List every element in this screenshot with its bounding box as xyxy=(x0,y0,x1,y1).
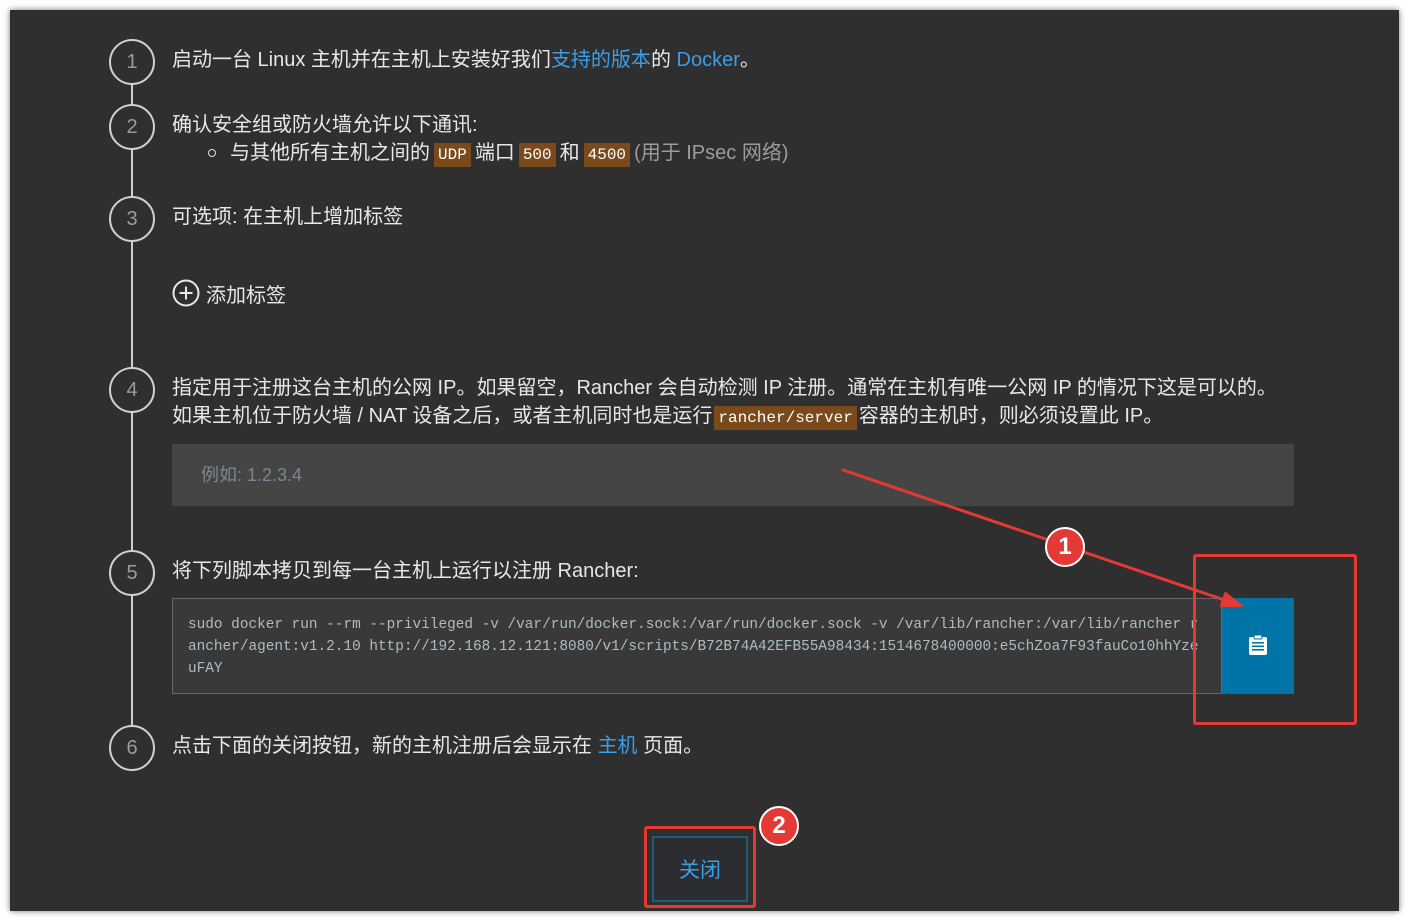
step-4-text: 指定用于注册这台主机的公网 IP。如果留空，Rancher 会自动检测 IP 注… xyxy=(172,374,1294,432)
step-4-text-after: 容器的主机时，则必须设置此 IP。 xyxy=(858,405,1164,427)
step-1-text-middle: 的 xyxy=(650,49,671,71)
annotation-badge-2: 2 xyxy=(759,806,799,846)
add-label-text: 添加标签 xyxy=(206,284,286,307)
bullet-icon xyxy=(208,149,216,157)
public-ip-input[interactable] xyxy=(172,444,1294,506)
add-label-button[interactable]: 添加标签 xyxy=(172,279,286,307)
step-6-text-after: 页面。 xyxy=(643,735,704,757)
port-500-code: 500 xyxy=(518,143,556,167)
step-number-4: 4 xyxy=(109,367,155,413)
rule-prefix: 与其他所有主机之间的 xyxy=(230,142,430,164)
copy-command-button[interactable] xyxy=(1222,598,1294,694)
step-number-2: 2 xyxy=(109,104,155,150)
step-number-1: 1 xyxy=(109,39,155,85)
port-rule-item: 与其他所有主机之间的 UDP 端口 500 和 4500 (用于 IPsec 网络) xyxy=(172,139,1294,169)
step-3-text: 可选项: 在主机上增加标签 xyxy=(172,206,404,228)
docker-link[interactable]: Docker xyxy=(677,49,740,71)
supported-versions-link[interactable]: 支持的版本 xyxy=(551,49,651,71)
rule-conjunction: 和 xyxy=(559,142,580,164)
step-1-text-before: 启动一台 Linux 主机并在主机上安装好我们 xyxy=(172,49,551,71)
step-6-text-before: 点击下面的关闭按钮，新的主机注册后会显示在 xyxy=(172,735,592,757)
step-1-text: 启动一台 Linux 主机并在主机上安装好我们支持的版本的 Docker。 xyxy=(172,46,1294,74)
step-1-text-after: 。 xyxy=(739,49,760,71)
rule-note: (用于 IPsec 网络) xyxy=(634,142,789,164)
rule-port-word: 端口 xyxy=(474,142,515,164)
step-5-text: 将下列脚本拷贝到每一台主机上运行以注册 Rancher: xyxy=(172,560,639,582)
step-number-3: 3 xyxy=(109,196,155,242)
close-button[interactable]: 关闭 xyxy=(652,836,748,902)
step-2-heading: 确认安全组或防火墙允许以下通讯: xyxy=(172,114,478,136)
step-6-text: 点击下面的关闭按钮，新的主机注册后会显示在 主机 页面。 xyxy=(172,732,1294,760)
registration-command[interactable]: sudo docker run --rm --privileged -v /va… xyxy=(172,598,1222,694)
clipboard-icon xyxy=(1248,634,1268,659)
udp-protocol-code: UDP xyxy=(434,143,471,167)
annotation-badge-1: 1 xyxy=(1045,527,1085,567)
plus-circle-icon xyxy=(172,279,200,307)
step-number-5: 5 xyxy=(109,550,155,596)
step-2-text: 确认安全组或防火墙允许以下通讯: 与其他所有主机之间的 UDP 端口 500 和 4500… xyxy=(172,111,1294,169)
port-4500-code: 4500 xyxy=(583,143,631,167)
hosts-link[interactable]: 主机 xyxy=(598,735,638,757)
step-number-6: 6 xyxy=(109,725,155,771)
host-registration-panel: 1 2 3 4 5 6 启动一台 Linux 主机并在主机上安装好我们支持的版本… xyxy=(10,10,1399,911)
rancher-server-code: rancher/server xyxy=(714,406,857,430)
